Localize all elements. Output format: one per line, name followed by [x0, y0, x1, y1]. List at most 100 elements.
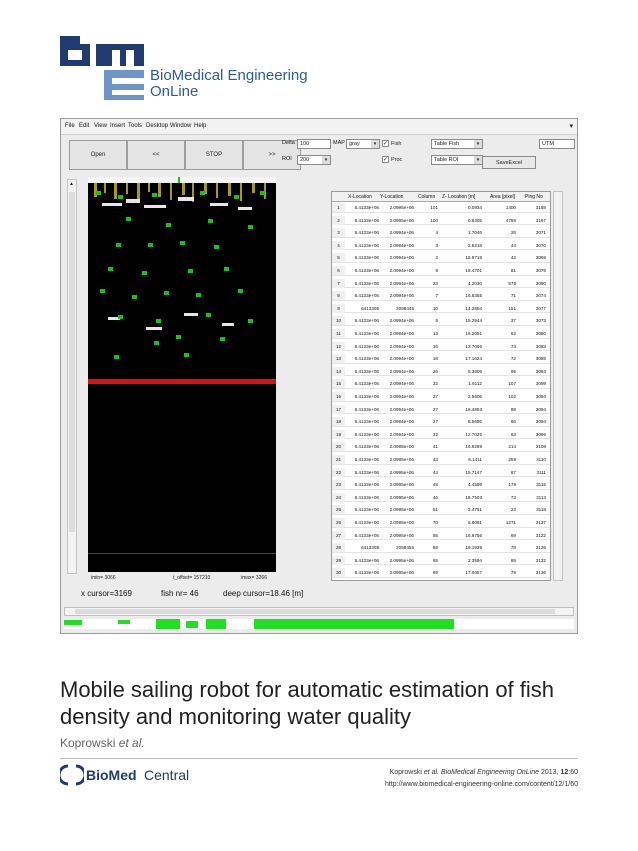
table-roi-select[interactable]: Table ROI ▾	[431, 155, 483, 165]
table-cell: 2099455	[396, 545, 414, 551]
save-excel-button[interactable]: SaveExcel	[482, 156, 536, 169]
table-row[interactable]: 11 6.4133e+06 2.0994e+06 13 16.2051 62 3080	[332, 329, 550, 339]
left-scrollbar[interactable]: ▲	[67, 179, 77, 574]
table-cell: 6.4133e+06	[354, 507, 379, 513]
table-cell: 2.0994e+06	[389, 431, 414, 437]
citation-journal: BioMedical Engineering OnLine	[440, 769, 540, 776]
author-etal: et al.	[118, 736, 145, 750]
utm-field[interactable]: UTM	[539, 139, 575, 149]
table-cell: 23	[432, 280, 438, 286]
table-row[interactable]: 7 6.4133e+06 2.0994e+06 23 4.2030 576 3090	[332, 278, 550, 289]
table-fish-select[interactable]: Table Fish ▾	[431, 139, 483, 149]
table-row[interactable]: 18 6.4133e+06 2.0994e+06 27 8.5695 66 3094	[332, 417, 550, 427]
fish-checkbox[interactable]: ✓ Fish	[382, 140, 401, 147]
row-number: 16	[332, 392, 345, 401]
row-number: 20	[332, 442, 345, 452]
stop-button[interactable]: STOP	[185, 140, 243, 170]
table-cell: 89	[510, 557, 516, 563]
table-row[interactable]: 29 6.4133e+06 2.0995e+06 65 2.3594 89 3132	[332, 555, 550, 566]
table-cell: 16.8355	[465, 293, 482, 299]
table-cell: 19.1939	[465, 545, 482, 551]
chevron-down-icon[interactable]: ▾	[322, 156, 330, 164]
table-cell: 2.4751	[467, 507, 482, 513]
menu-help[interactable]: Help	[194, 123, 206, 129]
menu-view[interactable]: View	[94, 123, 107, 129]
table-row[interactable]: 13 6.4133e+06 2.0994e+06 18 17.1624 72 3085	[332, 354, 550, 364]
scrollbar-thumb[interactable]	[69, 192, 75, 532]
citation-url[interactable]: http://www.biomedical-engineering-online…	[385, 779, 578, 791]
menu-insert[interactable]: Insert	[110, 123, 125, 129]
table-row[interactable]: 15 6.4133e+06 2.0994e+06 32 1.6112 107 3099	[332, 379, 550, 390]
table-row[interactable]: 9 6413305 2099445 10 14.2804 151 3077	[332, 303, 550, 314]
table-cell: 65	[432, 557, 438, 563]
table-cell: 71	[510, 293, 516, 299]
table-cell: 3099	[535, 381, 546, 387]
menu-tools[interactable]: Tools	[128, 123, 142, 129]
table-cell: 3094	[535, 394, 546, 399]
menu-desktop[interactable]: Desktop	[146, 123, 168, 129]
table-row[interactable]: 27 6.4133e+06 2.0995e+06 55 16.9756 69 3122	[332, 530, 550, 541]
table-cell: 18	[432, 356, 438, 362]
menu-window[interactable]: Window	[170, 123, 191, 129]
table-cell: 6.4133e+06	[354, 280, 379, 286]
table-cell: 14.2804	[465, 305, 482, 311]
table-cell: 5.8081	[467, 520, 482, 525]
chevron-down-icon[interactable]: ▾	[474, 140, 482, 148]
table-row[interactable]: 8 6.4133e+06 2.0994e+06 7 16.8355 71 3074	[332, 291, 550, 301]
arrow-up-icon[interactable]: ▲	[69, 181, 74, 187]
delta-input[interactable]: 100	[297, 139, 331, 149]
table-row[interactable]: 10 6.4133e+06 2.0994e+06 6 15.2944 37 3073	[332, 316, 550, 327]
table-row[interactable]: 22 6.4133e+06 2.0995e+06 44 15.7147 67 3111	[332, 467, 550, 478]
map-select[interactable]: gray ▾	[346, 139, 380, 149]
table-row[interactable]: 1 6.4133e+06 2.0995e+06 101 0.0934 1400 3188	[332, 203, 550, 213]
table-row[interactable]: 21 6.4133e+06 2.0995e+06 43 6.1411 259 3110	[332, 455, 550, 465]
table-cell: 2.0994e+06	[389, 419, 414, 425]
scrollbar-thumb[interactable]	[75, 609, 555, 614]
table-scrollbar[interactable]	[553, 191, 563, 581]
horizontal-scrollbar[interactable]	[64, 607, 574, 616]
table-row[interactable]: 17 6.4133e+06 2.0994e+06 27 16.4853 89 3094	[332, 404, 550, 415]
menu-bar: File Edit View Insert Tools Desktop Wind…	[61, 119, 577, 135]
proc-checkbox[interactable]: ✓ Proc	[382, 156, 402, 163]
menu-file[interactable]: File	[65, 123, 75, 129]
table-cell: 26	[510, 230, 516, 236]
table-cell: 259	[508, 457, 516, 462]
table-row[interactable]: 24 6.4133e+06 2.0995e+06 46 18.7503 73 3113	[332, 492, 550, 503]
table-row[interactable]: 4 6.4133e+06 2.0994e+06 3 2.5218 44 3070	[332, 240, 550, 251]
roi-select[interactable]: 200 ▾	[297, 155, 331, 165]
table-cell: 59	[432, 545, 438, 551]
chevron-down-icon[interactable]: ▾	[371, 140, 379, 148]
table-row[interactable]: 23 6.4133e+06 2.0995e+06 48 4.4599 179 3115	[332, 480, 550, 490]
table-cell: 3	[435, 242, 438, 248]
checkmark-icon[interactable]: ✓	[382, 156, 389, 163]
table-cell: 3113	[536, 494, 546, 500]
menu-chevron-icon[interactable]: ▾	[569, 122, 573, 130]
table-row[interactable]: 19 6.4133e+06 2.0994e+06 32 12.7025 63 3099	[332, 429, 550, 440]
table-cell: 3136	[535, 570, 546, 576]
table-cell: 2.0994e+06	[389, 343, 414, 349]
table-row[interactable]: 5 6.4133e+06 2.0994e+06 2 15.9718 42 3069	[332, 253, 550, 264]
table-cell: 0.6305	[467, 217, 482, 223]
menu-edit[interactable]: Edit	[79, 123, 89, 129]
delta-value: 100	[300, 141, 310, 147]
table-row[interactable]: 16 6.4133e+06 2.0994e+06 27 2.5605 102 3094	[332, 392, 550, 402]
table-row[interactable]: 6 6.4133e+06 2.0994e+06 8 18.4701 81 3075	[332, 266, 550, 276]
row-number: 2	[332, 215, 345, 225]
table-row[interactable]: 25 6.4133e+06 2.0995e+06 51 2.4751 23 3118	[332, 505, 550, 516]
table-row[interactable]: 30 6.4133e+06 2.0995e+06 69 17.0457 79 3136	[332, 568, 550, 579]
table-row[interactable]: 28 6413309 2099455 59 19.1939 78 3126	[332, 543, 550, 553]
table-row[interactable]: 14 6.4133e+06 2.0994e+06 26 5.3809 95 3093	[332, 366, 550, 377]
fish-data-table: X-Location Y-Location Column Z- Location…	[331, 191, 551, 581]
table-cell: 15.7147	[465, 469, 482, 475]
open-button[interactable]: Open	[69, 140, 127, 170]
table-cell: 2.0994e+06	[389, 293, 414, 299]
table-row[interactable]: 26 6.4133e+06 2.0995e+06 70 5.8081 1271 3137	[332, 518, 550, 528]
checkmark-icon[interactable]: ✓	[382, 140, 389, 147]
table-row[interactable]: 20 6.4133e+06 2.0995e+06 41 16.9289 214 3108	[332, 442, 550, 453]
chevron-down-icon[interactable]: ▾	[474, 156, 482, 164]
table-cell: 81	[510, 268, 516, 273]
table-row[interactable]: 12 6.4133e+06 2.0994e+06 16 13.7066 74 3083	[332, 341, 550, 352]
table-row[interactable]: 2 6.4133e+06 2.0995e+06 100 0.6305 4759 3167	[332, 215, 550, 226]
table-row[interactable]: 3 6.4133e+06 2.0994e+06 4 1.7046 26 3071	[332, 228, 550, 238]
back-button[interactable]: <<	[127, 140, 185, 170]
